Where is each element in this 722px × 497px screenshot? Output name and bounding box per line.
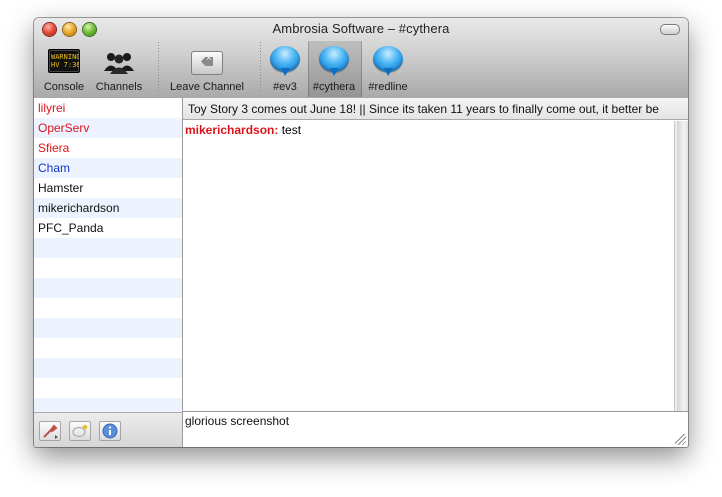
channel-tab-cythera[interactable]: #cythera	[308, 43, 360, 95]
toolbar-toggle-button[interactable]	[660, 24, 680, 35]
message-nick: mikerichardson:	[185, 123, 279, 137]
user-list-item[interactable]: lilyrei	[34, 98, 182, 118]
channel-tab-label: #ev3	[273, 81, 297, 93]
new-message-icon[interactable]	[69, 421, 91, 441]
user-name: OperServ	[38, 121, 90, 135]
console-button[interactable]: WARNING HV 7:36 I Console	[38, 43, 90, 95]
app-window: Ambrosia Software – #cythera WARNING HV …	[34, 18, 688, 447]
window-title: Ambrosia Software – #cythera	[272, 21, 450, 36]
wrench-icon[interactable]	[39, 421, 61, 441]
toolbar-separator	[260, 42, 261, 92]
user-list[interactable]: lilyrei OperServ Sfiera Cham Hamster mik…	[34, 98, 183, 412]
user-list-item[interactable]: Cham	[34, 158, 182, 178]
channel-tab-redline[interactable]: #redline	[362, 43, 414, 95]
people-icon	[104, 53, 134, 74]
user-list-item[interactable]: mikerichardson	[34, 198, 182, 218]
chat-transcript[interactable]: mikerichardson: test	[183, 121, 674, 411]
chat-bubble-icon	[373, 46, 403, 76]
user-name: PFC_Panda	[38, 221, 104, 235]
message-input[interactable]: glorious screenshot	[183, 412, 688, 447]
user-name: lilyrei	[38, 101, 66, 115]
resize-grip-icon[interactable]	[675, 434, 686, 445]
empty-row	[34, 398, 182, 412]
chat-bubble-icon	[319, 46, 349, 76]
info-icon[interactable]	[99, 421, 121, 441]
user-name: Sfiera	[38, 141, 70, 155]
user-list-item[interactable]: OperServ	[34, 118, 182, 138]
leave-channel-label: Leave Channel	[169, 81, 244, 93]
user-list-item[interactable]: Sfiera	[34, 138, 182, 158]
channels-button[interactable]: Channels	[92, 43, 146, 95]
chat-bubble-icon	[270, 46, 300, 76]
channels-label: Channels	[95, 81, 143, 93]
console-icon: WARNING HV 7:36 I	[48, 49, 80, 73]
user-list-item[interactable]: Hamster	[34, 178, 182, 198]
empty-row	[34, 298, 182, 318]
empty-row	[34, 318, 182, 338]
user-name: Cham	[38, 161, 71, 175]
chat-message: mikerichardson: test	[185, 123, 672, 137]
empty-row	[34, 258, 182, 278]
leave-channel-button[interactable]: Leave Channel	[164, 43, 250, 95]
user-name: Hamster	[38, 181, 84, 195]
empty-row	[34, 278, 182, 298]
delete-key-icon	[191, 51, 223, 75]
message-input-text: glorious screenshot	[185, 414, 290, 428]
channel-tab-ev3[interactable]: #ev3	[262, 43, 308, 95]
chat-scrollbar[interactable]	[674, 121, 688, 411]
toolbar-separator	[158, 42, 159, 92]
title-bar: Ambrosia Software – #cythera WARNING HV …	[34, 18, 688, 99]
empty-row	[34, 378, 182, 398]
empty-row	[34, 338, 182, 358]
empty-row	[34, 358, 182, 378]
empty-row	[34, 238, 182, 258]
user-name: mikerichardson	[38, 201, 120, 215]
console-label: Console	[43, 81, 85, 93]
user-list-item[interactable]: PFC_Panda	[34, 218, 182, 238]
user-list-footer	[34, 412, 183, 447]
console-screen-text: WARNING HV 7:36 I	[51, 53, 80, 69]
channel-tab-label: #cythera	[312, 81, 356, 93]
channel-tab-label: #redline	[368, 81, 408, 93]
message-text: test	[278, 123, 302, 137]
channel-topic: Toy Story 3 comes out June 18! || Since …	[183, 98, 688, 120]
